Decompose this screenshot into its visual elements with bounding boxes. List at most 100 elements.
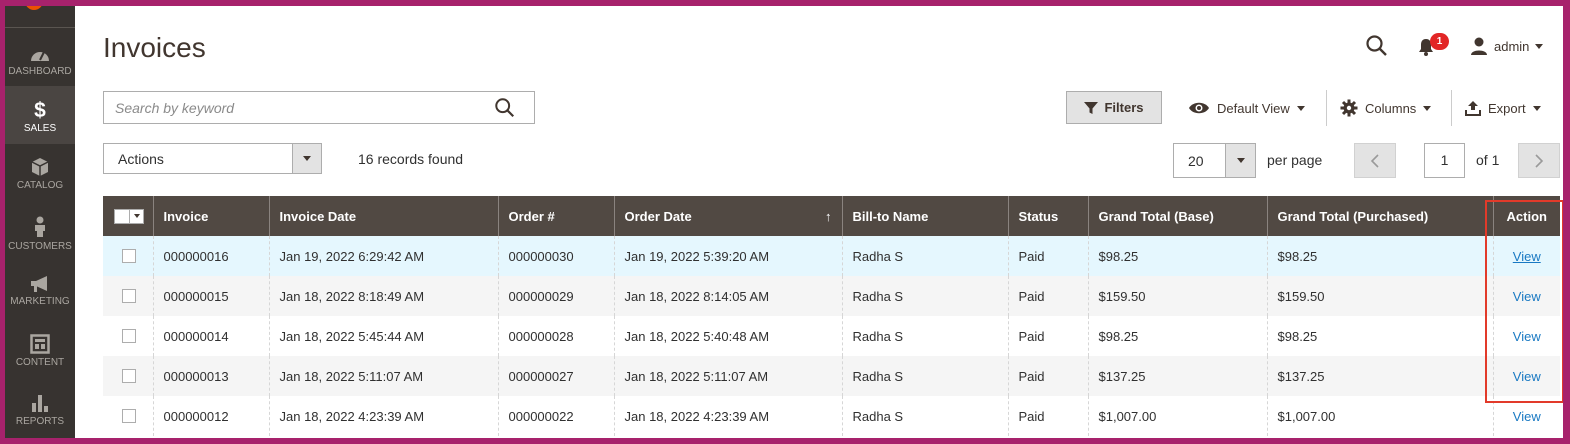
column-header-status[interactable]: Status: [1007, 196, 1088, 236]
view-link[interactable]: View: [1513, 249, 1541, 264]
current-page-input[interactable]: 1: [1424, 143, 1465, 178]
column-header-order-date[interactable]: Order Date ↑: [613, 196, 842, 236]
person-icon: [35, 216, 45, 237]
filters-label: Filters: [1104, 100, 1144, 115]
actions-dropdown[interactable]: Actions: [103, 143, 322, 174]
chevron-down-icon: [292, 144, 321, 173]
row-checkbox[interactable]: [122, 329, 136, 343]
columns-dropdown[interactable]: Columns: [1340, 97, 1432, 119]
bill-to-name-cell: Radha S: [841, 396, 1008, 436]
per-page-label: per page: [1267, 152, 1323, 168]
dashboard-icon: [31, 51, 49, 61]
search-input[interactable]: [104, 92, 484, 123]
invoices-grid: Invoice Invoice Date Order # Order Date ↑…: [103, 196, 1560, 436]
column-header-invoice[interactable]: Invoice: [152, 196, 269, 236]
per-page-select[interactable]: 20: [1173, 143, 1256, 178]
column-header-grand-total-purchased[interactable]: Grand Total (Purchased): [1266, 196, 1493, 236]
status-cell: Paid: [1007, 276, 1088, 316]
export-dropdown[interactable]: Export: [1465, 97, 1541, 119]
grand-total-purchased-cell: $98.25: [1266, 316, 1493, 356]
view-link[interactable]: View: [1513, 369, 1541, 384]
cube-icon: [31, 158, 49, 176]
notifications-button[interactable]: 1: [1418, 33, 1449, 58]
sidebar-item-catalog[interactable]: CATALOG: [5, 145, 75, 203]
order-number-cell: 000000030: [497, 236, 614, 276]
table-row[interactable]: 000000013 Jan 18, 2022 5:11:07 AM 000000…: [103, 356, 1560, 396]
user-menu[interactable]: admin: [1470, 36, 1544, 56]
view-dropdown[interactable]: Default View: [1188, 97, 1305, 119]
toolbar-divider: [1451, 90, 1452, 126]
row-checkbox-cell: [103, 356, 153, 396]
sidebar-item-reports[interactable]: REPORTS: [5, 381, 75, 438]
column-header-grand-total-base[interactable]: Grand Total (Base): [1087, 196, 1267, 236]
invoice-date-cell: Jan 18, 2022 8:18:49 AM: [268, 276, 498, 316]
filters-button[interactable]: Filters: [1066, 91, 1162, 124]
chevron-right-icon: [1535, 153, 1544, 168]
sidebar-item-label: DASHBOARD: [8, 66, 72, 77]
column-header-bill-to-name[interactable]: Bill-to Name: [841, 196, 1008, 236]
order-date-cell: Jan 18, 2022 5:40:48 AM: [613, 316, 842, 356]
action-cell: View: [1492, 316, 1560, 356]
row-checkbox-cell: [103, 276, 153, 316]
sidebar-divider: [5, 27, 75, 28]
next-page-button[interactable]: [1518, 143, 1560, 178]
sidebar-item-content[interactable]: CONTENT: [5, 322, 75, 380]
action-cell: View: [1492, 396, 1560, 436]
megaphone-icon: [31, 276, 47, 292]
order-date-cell: Jan 18, 2022 8:14:05 AM: [613, 276, 842, 316]
table-row[interactable]: 000000014 Jan 18, 2022 5:45:44 AM 000000…: [103, 316, 1560, 356]
sidebar-item-label: MARKETING: [10, 296, 70, 307]
sidebar-item-marketing[interactable]: MARKETING: [5, 263, 75, 321]
sidebar-item-dashboard[interactable]: DASHBOARD: [5, 33, 75, 91]
admin-page: DASHBOARD $ SALES CATALOG CUSTOMERS MARK…: [5, 6, 1563, 438]
bill-to-name-cell: Radha S: [841, 276, 1008, 316]
search-icon: [495, 98, 515, 118]
actions-label: Actions: [118, 151, 164, 167]
keyword-search: [103, 91, 535, 124]
chevron-down-icon: [1532, 105, 1541, 111]
column-header-order-number[interactable]: Order #: [497, 196, 614, 236]
layout-icon: [30, 334, 50, 354]
order-date-cell: Jan 19, 2022 5:39:20 AM: [613, 236, 842, 276]
invoice-cell: 000000016: [152, 236, 269, 276]
table-row[interactable]: 000000012 Jan 18, 2022 4:23:39 AM 000000…: [103, 396, 1560, 436]
sidebar-item-customers[interactable]: CUSTOMERS: [5, 204, 75, 262]
status-cell: Paid: [1007, 356, 1088, 396]
search-icon: [1366, 35, 1387, 56]
gear-icon: [1340, 99, 1358, 117]
invoice-date-cell: Jan 18, 2022 5:45:44 AM: [268, 316, 498, 356]
sidebar-item-sales[interactable]: $ SALES: [5, 86, 75, 144]
mass-select-checkbox[interactable]: [114, 208, 144, 224]
bar-chart-icon: [32, 395, 48, 412]
grand-total-base-cell: $159.50: [1087, 276, 1267, 316]
invoice-date-cell: Jan 18, 2022 4:23:39 AM: [268, 396, 498, 436]
sidebar-item-label: SALES: [23, 123, 57, 134]
toolbar-divider: [1326, 90, 1327, 126]
per-page-value: 20: [1188, 153, 1204, 169]
previous-page-button[interactable]: [1354, 143, 1396, 178]
chevron-left-icon: [1370, 153, 1379, 168]
row-checkbox[interactable]: [122, 369, 136, 383]
page-total: of 1: [1476, 152, 1500, 168]
view-link[interactable]: View: [1513, 409, 1541, 424]
columns-label: Columns: [1365, 100, 1417, 116]
invoice-date-cell: Jan 19, 2022 6:29:42 AM: [268, 236, 498, 276]
magento-logo[interactable]: [25, 6, 43, 10]
global-search-button[interactable]: [1365, 34, 1389, 63]
table-row[interactable]: 000000016 Jan 19, 2022 6:29:42 AM 000000…: [103, 236, 1560, 276]
table-row[interactable]: 000000015 Jan 18, 2022 8:18:49 AM 000000…: [103, 276, 1560, 316]
view-link[interactable]: View: [1513, 329, 1541, 344]
column-header-invoice-date[interactable]: Invoice Date: [268, 196, 498, 236]
search-submit-button[interactable]: [494, 97, 516, 124]
sidebar-item-label: CONTENT: [15, 357, 65, 368]
sidebar-item-label: REPORTS: [15, 416, 65, 427]
row-checkbox[interactable]: [122, 249, 136, 263]
row-checkbox[interactable]: [122, 409, 136, 423]
view-label: Default View: [1217, 100, 1290, 116]
status-cell: Paid: [1007, 316, 1088, 356]
eye-icon: [1189, 102, 1209, 114]
grand-total-purchased-cell: $137.25: [1266, 356, 1493, 396]
row-checkbox-cell: [103, 396, 153, 436]
view-link[interactable]: View: [1513, 289, 1541, 304]
row-checkbox[interactable]: [122, 289, 136, 303]
